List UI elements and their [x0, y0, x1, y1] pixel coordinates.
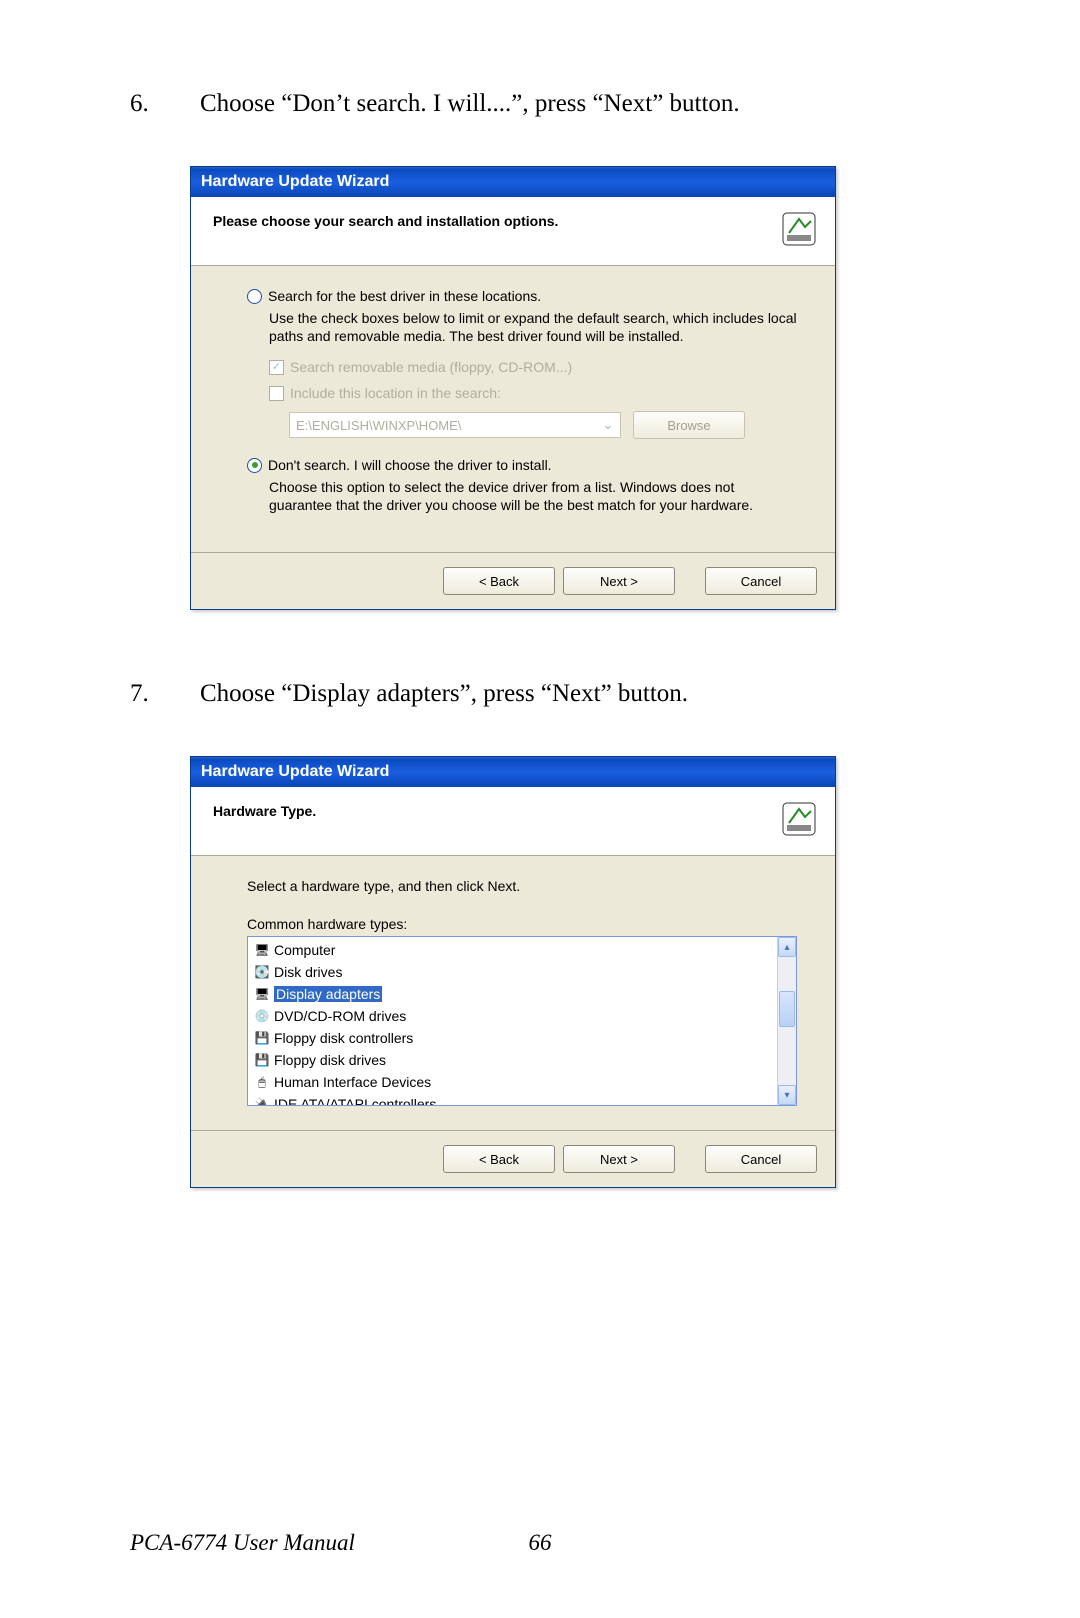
checkbox-removable-label: Search removable media (floppy, CD-ROM..…	[290, 359, 572, 375]
display-adapter-icon: 🖥	[254, 986, 270, 1002]
scroll-down-icon[interactable]: ▾	[778, 1085, 796, 1105]
scroll-up-icon[interactable]: ▴	[778, 937, 796, 957]
hardware-type-listbox[interactable]: 🖥 Computer 💽 Disk drives 🖥 Display adapt…	[247, 936, 797, 1106]
list-item[interactable]: 💾 Floppy disk drives	[250, 1049, 775, 1071]
floppy-drive-icon: 💾	[254, 1052, 270, 1068]
cancel-button[interactable]: Cancel	[705, 567, 817, 595]
chevron-down-icon: ⌄	[600, 417, 616, 433]
ide-controller-icon: 🔌	[254, 1096, 270, 1105]
cancel-button[interactable]: Cancel	[705, 1145, 817, 1173]
list-item[interactable]: 🖱 Human Interface Devices	[250, 1071, 775, 1093]
radio-search-best[interactable]	[247, 289, 262, 304]
dialog1-title: Hardware Update Wizard	[191, 167, 835, 197]
radio-dont-search[interactable]	[247, 458, 262, 473]
dialog2-title: Hardware Update Wizard	[191, 757, 835, 787]
device-icon	[781, 211, 817, 247]
list-item[interactable]: 🖥 Computer	[250, 939, 775, 961]
browse-button[interactable]: Browse	[633, 411, 745, 439]
list-item[interactable]: 🔌 IDE ATA/ATAPI controllers	[250, 1093, 775, 1105]
path-combo[interactable]: E:\ENGLISH\WINXP\HOME\ ⌄	[289, 412, 621, 438]
dialog-search-options: Hardware Update Wizard Please choose you…	[190, 166, 836, 610]
footer-page-number: 66	[529, 1530, 552, 1556]
list-item[interactable]: 💿 DVD/CD-ROM drives	[250, 1005, 775, 1027]
dialog2-header: Hardware Type.	[213, 801, 316, 819]
opt2-desc: Choose this option to select the device …	[269, 479, 797, 514]
radio-search-best-label: Search for the best driver in these loca…	[268, 288, 541, 304]
list-item[interactable]: 💾 Floppy disk controllers	[250, 1027, 775, 1049]
scroll-thumb[interactable]	[779, 991, 795, 1027]
checkbox-removable-media[interactable]: ✓	[269, 360, 284, 375]
step-7-number: 7.	[130, 680, 200, 708]
step-7-text: Choose “Display adapters”, press “Next” …	[200, 680, 950, 708]
next-button[interactable]: Next >	[563, 1145, 675, 1173]
step-6-number: 6.	[130, 90, 200, 118]
next-button[interactable]: Next >	[563, 567, 675, 595]
hid-icon: 🖱	[254, 1074, 270, 1090]
dialog-hardware-type: Hardware Update Wizard Hardware Type. Se…	[190, 756, 836, 1188]
back-button[interactable]: < Back	[443, 567, 555, 595]
list-item[interactable]: 🖥 Display adapters	[250, 983, 775, 1005]
radio-dont-search-label: Don't search. I will choose the driver t…	[268, 457, 552, 473]
dialog1-header: Please choose your search and installati…	[213, 211, 558, 229]
path-value: E:\ENGLISH\WINXP\HOME\	[296, 418, 461, 433]
disk-drive-icon: 💽	[254, 964, 270, 980]
step-6-text: Choose “Don’t search. I will....”, press…	[200, 90, 950, 118]
checkbox-include-location[interactable]	[269, 386, 284, 401]
list-label: Common hardware types:	[247, 916, 797, 932]
back-button[interactable]: < Back	[443, 1145, 555, 1173]
opt1-desc: Use the check boxes below to limit or ex…	[269, 310, 797, 345]
computer-icon: 🖥	[254, 942, 270, 958]
list-scrollbar[interactable]: ▴ ▾	[777, 937, 796, 1105]
instruction-text: Select a hardware type, and then click N…	[247, 878, 797, 894]
footer-manual-name: PCA-6774 User Manual	[130, 1530, 355, 1556]
device-icon	[781, 801, 817, 837]
floppy-controller-icon: 💾	[254, 1030, 270, 1046]
list-item[interactable]: 💽 Disk drives	[250, 961, 775, 983]
cdrom-icon: 💿	[254, 1008, 270, 1024]
checkbox-include-label: Include this location in the search:	[290, 385, 501, 401]
